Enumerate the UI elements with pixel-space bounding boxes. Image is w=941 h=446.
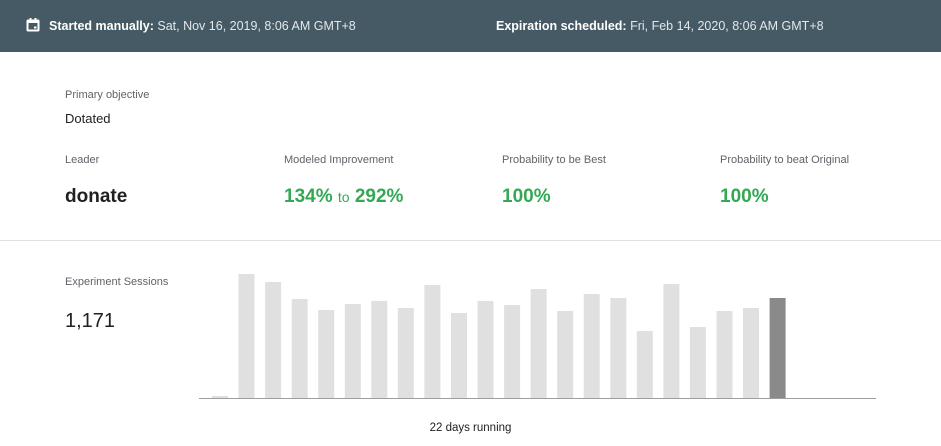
expiration-info: Expiration scheduled: Fri, Feb 14, 2020,…	[496, 19, 824, 33]
session-bar-5	[318, 310, 335, 398]
session-bar-6	[344, 304, 361, 398]
calendar-icon	[26, 18, 40, 32]
session-bar-16	[610, 298, 627, 398]
leader-label: Leader	[65, 154, 100, 166]
primary-objective-label: Primary objective	[65, 89, 150, 101]
leader-value: donate	[65, 186, 128, 207]
session-bar-15	[583, 294, 600, 398]
session-bar-21	[743, 308, 759, 398]
modeled-improvement-high: 292%	[354, 186, 404, 207]
session-bar-13	[530, 289, 547, 398]
session-bar-11	[477, 301, 494, 398]
modeled-improvement-value: 134% to 292%	[284, 186, 403, 208]
days-running-label: 22 days running	[429, 422, 512, 434]
experiment-sessions-value: 1,171	[65, 310, 116, 332]
session-bar-2	[238, 274, 255, 398]
experiment-status-bar: Started manually: Sat, Nov 16, 2019, 8:0…	[0, 0, 941, 52]
session-bar-4	[291, 299, 308, 398]
expiration-value: Fri, Feb 14, 2020, 8:06 AM GMT+8	[630, 19, 824, 33]
modeled-improvement-label: Modeled Improvement	[284, 154, 394, 166]
expiration-label: Expiration scheduled:	[496, 19, 627, 33]
experiment-sessions-label: Experiment Sessions	[65, 276, 169, 288]
started-info: Started manually: Sat, Nov 16, 2019, 8:0…	[49, 19, 356, 33]
session-bar-9	[424, 285, 441, 398]
session-bar-18	[663, 284, 680, 398]
probability-beat-original-value: 100%	[720, 186, 769, 207]
session-bar-12	[504, 305, 521, 398]
sessions-bar-chart	[199, 274, 876, 399]
probability-best-value: 100%	[502, 186, 551, 207]
session-bar-8	[397, 308, 414, 398]
session-bar-14	[557, 311, 574, 398]
started-value: Sat, Nov 16, 2019, 8:06 AM GMT+8	[157, 19, 356, 33]
session-bar-19	[689, 327, 706, 398]
session-bar-20	[716, 311, 733, 398]
modeled-improvement-to: to	[337, 189, 350, 205]
probability-best-label: Probability to be Best	[502, 154, 606, 166]
session-bar-1	[212, 396, 228, 398]
session-bar-17	[636, 331, 653, 398]
section-divider	[0, 240, 941, 241]
primary-objective-value: Dotated	[65, 111, 111, 126]
probability-beat-original-label: Probability to beat Original	[720, 154, 850, 166]
started-label: Started manually:	[49, 19, 154, 33]
session-bar-3	[265, 282, 282, 398]
modeled-improvement-low: 134%	[284, 186, 333, 207]
session-bar-22	[769, 298, 786, 398]
session-bar-10	[451, 313, 467, 398]
session-bar-7	[371, 301, 388, 398]
